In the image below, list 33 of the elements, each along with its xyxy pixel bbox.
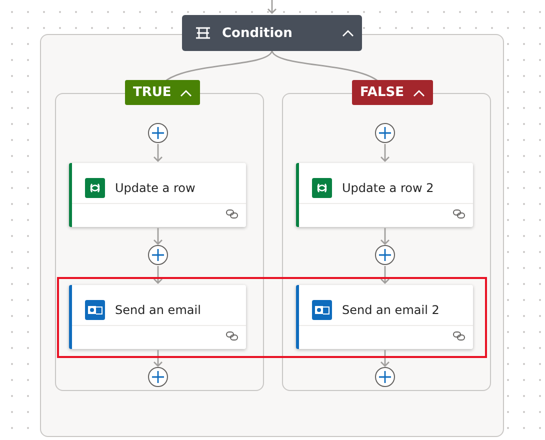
- condition-node[interactable]: Condition: [182, 15, 362, 51]
- chevron-icon[interactable]: [412, 88, 425, 96]
- action-title: Send an email: [115, 303, 201, 317]
- connector-arrow: [153, 228, 163, 245]
- connector-arrow: [380, 228, 390, 245]
- action-title: Update a row: [115, 181, 196, 195]
- action-title: Send an email 2: [342, 303, 440, 317]
- connector-arrow: [380, 266, 390, 284]
- branch-badge[interactable]: TRUE: [125, 80, 200, 105]
- connector-arrow: [380, 144, 390, 162]
- action-card[interactable]: Send an email 2: [296, 285, 473, 349]
- dataverse-icon: [85, 178, 105, 198]
- condition-title: Condition: [222, 26, 294, 40]
- connector-arrow: [380, 350, 390, 367]
- branch-badge[interactable]: FALSE: [352, 80, 433, 105]
- action-card[interactable]: Send an email: [69, 285, 246, 349]
- connector-arrow: [153, 266, 163, 284]
- link-icon: [453, 331, 465, 341]
- action-card[interactable]: Update a row 2: [296, 163, 473, 227]
- mail-icon: [312, 300, 332, 320]
- dataverse-icon: [312, 178, 332, 198]
- chevron-icon[interactable]: [180, 88, 192, 96]
- connector-arrow: [267, 0, 277, 14]
- mail-icon: [85, 300, 105, 320]
- chevron-icon[interactable]: [342, 29, 354, 37]
- action-title: Update a row 2: [342, 181, 434, 195]
- action-card[interactable]: Update a row: [69, 163, 246, 227]
- condition-icon: [196, 27, 210, 39]
- link-icon: [453, 209, 465, 219]
- connector-arrow: [153, 350, 163, 367]
- link-icon: [226, 331, 238, 341]
- connector-arrow: [153, 144, 163, 162]
- link-icon: [226, 209, 238, 219]
